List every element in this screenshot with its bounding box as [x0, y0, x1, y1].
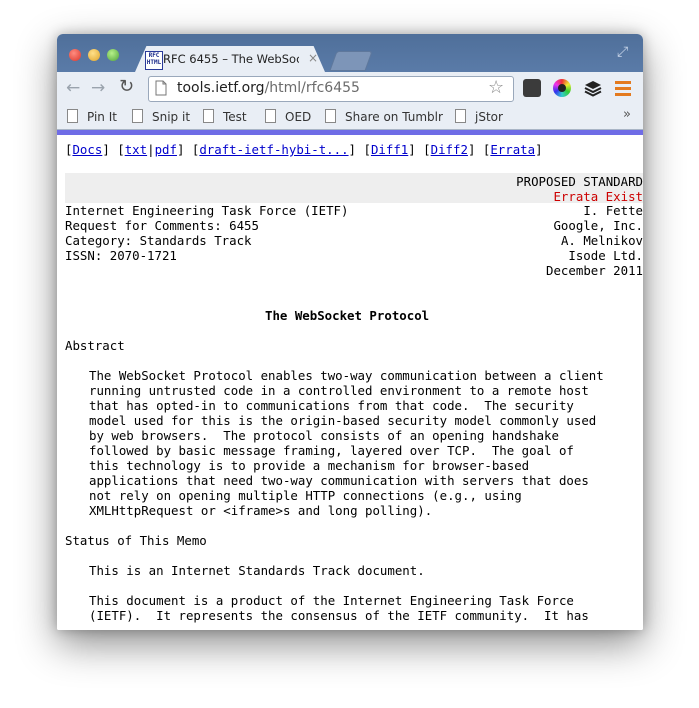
bookmarklet-page-icon: [203, 109, 214, 123]
bookmark-label: OED: [285, 110, 312, 124]
favicon-text: RFC HTML: [146, 52, 162, 66]
browser-window: RFC HTML RFC 6455 – The WebSocket Protoc…: [57, 34, 643, 630]
new-tab-button[interactable]: [329, 51, 373, 71]
forward-arrow-icon[interactable]: →: [91, 78, 105, 98]
bookmark-pin-it[interactable]: Pin It: [67, 109, 117, 124]
tab-rfc6455[interactable]: RFC HTML RFC 6455 – The WebSocket Protoc…: [135, 46, 325, 72]
abstract-line: followed by basic message framing, layer…: [89, 443, 574, 458]
address-bar[interactable]: tools.ietf.org/html/rfc6455 ☆: [148, 76, 514, 102]
bookmarklet-page-icon: [132, 109, 143, 123]
status-para-line: This document is a product of the Intern…: [89, 593, 574, 608]
toolbar: ← → ↻ tools.ietf.org/html/rfc6455 ☆: [57, 72, 643, 104]
bookmark-star-icon[interactable]: ☆: [488, 77, 504, 98]
status-band: PROPOSED STANDARD Errata Exist: [65, 173, 643, 204]
bookmark-label: Test: [223, 110, 247, 124]
tab-title: RFC 6455 – The WebSocket Protocol: [163, 52, 299, 66]
abstract-line: not rely on opening multiple HTTP connec…: [89, 488, 522, 503]
bookmark-share-on-tumblr[interactable]: Share on Tumblr: [325, 109, 443, 124]
header-right-1: I. Fette: [583, 203, 643, 218]
bookmark-snip-it[interactable]: Snip it: [132, 109, 190, 124]
abstract-line: applications that need two-way communica…: [89, 473, 589, 488]
status-label: PROPOSED STANDARD: [516, 174, 643, 189]
color-picker-extension-icon[interactable]: [553, 79, 571, 97]
header-right-4: Isode Ltd.: [568, 248, 643, 263]
rfc-favicon-icon: RFC HTML: [145, 51, 163, 70]
header-left-1: Internet Engineering Task Force (IETF): [65, 203, 349, 218]
bookmark-label: Pin It: [87, 110, 117, 124]
layers-extension-icon[interactable]: [584, 79, 602, 97]
tab-strip: RFC HTML RFC 6455 – The WebSocket Protoc…: [57, 34, 643, 72]
status-para-line: (IETF). It represents the consensus of t…: [89, 608, 589, 623]
errata-exist-label: Errata Exist: [553, 189, 643, 204]
abstract-heading: Abstract: [65, 338, 125, 353]
zoom-window-button[interactable]: [107, 49, 119, 61]
header-right-2: Google, Inc.: [553, 218, 643, 233]
diff2-link[interactable]: Diff2: [431, 142, 468, 157]
bookmark-label: Snip it: [152, 110, 191, 124]
page-icon: [155, 80, 167, 96]
pdf-link[interactable]: pdf: [155, 142, 177, 157]
status-memo-heading: Status of This Memo: [65, 533, 207, 548]
document-title: The WebSocket Protocol: [265, 308, 430, 323]
bookmarks-bar: Pin It Snip it Test OED Share on Tumblr …: [57, 104, 643, 130]
txt-link[interactable]: txt: [125, 142, 147, 157]
bookmarklet-page-icon: [325, 109, 336, 123]
document-nav: [Docs] [txt|pdf] [draft-ietf-hybi-t...] …: [65, 142, 543, 157]
bookmarklet-page-icon: [265, 109, 276, 123]
snip-extension-icon[interactable]: [523, 79, 541, 97]
menu-hamburger-icon[interactable]: [615, 79, 633, 97]
back-arrow-icon[interactable]: ←: [66, 78, 80, 98]
bookmark-jstor[interactable]: jStor: [455, 109, 503, 124]
status-line: This is an Internet Standards Track docu…: [89, 563, 425, 578]
header-right-5: December 2011: [546, 263, 643, 278]
bookmarklet-page-icon: [67, 109, 78, 123]
minimize-window-button[interactable]: [88, 49, 100, 61]
header-left-3: Category: Standards Track: [65, 233, 252, 248]
abstract-line: by web browsers. The protocol consists o…: [89, 428, 559, 443]
reload-icon[interactable]: ↻: [119, 76, 134, 97]
abstract-line: this technology is to provide a mechanis…: [89, 458, 530, 473]
url-host: tools.ietf.org: [177, 80, 265, 96]
docs-link[interactable]: Docs: [72, 142, 102, 157]
bookmarks-overflow-chevron-icon[interactable]: »: [623, 107, 631, 122]
draft-link[interactable]: draft-ietf-hybi-t...: [199, 142, 348, 157]
bookmark-label: jStor: [475, 110, 503, 124]
rfc-document: [Docs] [txt|pdf] [draft-ietf-hybi-t...] …: [57, 135, 643, 630]
url-text[interactable]: tools.ietf.org/html/rfc6455: [177, 80, 360, 96]
bookmark-test[interactable]: Test: [203, 109, 247, 124]
bookmark-oed[interactable]: OED: [265, 109, 311, 124]
abstract-line: XMLHttpRequest or <iframe>s and long pol…: [89, 503, 433, 518]
bookmarklet-page-icon: [455, 109, 466, 123]
header-left-4: ISSN: 2070-1721: [65, 248, 177, 263]
header-right-3: A. Melnikov: [560, 233, 643, 248]
errata-link[interactable]: Errata: [490, 142, 535, 157]
bookmark-label: Share on Tumblr: [345, 110, 443, 124]
diff1-link[interactable]: Diff1: [371, 142, 408, 157]
abstract-line: running untrusted code in a controlled e…: [89, 383, 589, 398]
abstract-line: that has opted-in to communications from…: [89, 398, 574, 413]
abstract-line: model used for this is the origin-based …: [89, 413, 597, 428]
fullscreen-icon[interactable]: ⤢: [617, 44, 628, 60]
tab-close-icon[interactable]: ×: [308, 51, 318, 65]
url-path: /html/rfc6455: [264, 80, 360, 96]
close-window-button[interactable]: [69, 49, 81, 61]
header-left-2: Request for Comments: 6455: [65, 218, 259, 233]
abstract-line: The WebSocket Protocol enables two-way c…: [89, 368, 604, 383]
